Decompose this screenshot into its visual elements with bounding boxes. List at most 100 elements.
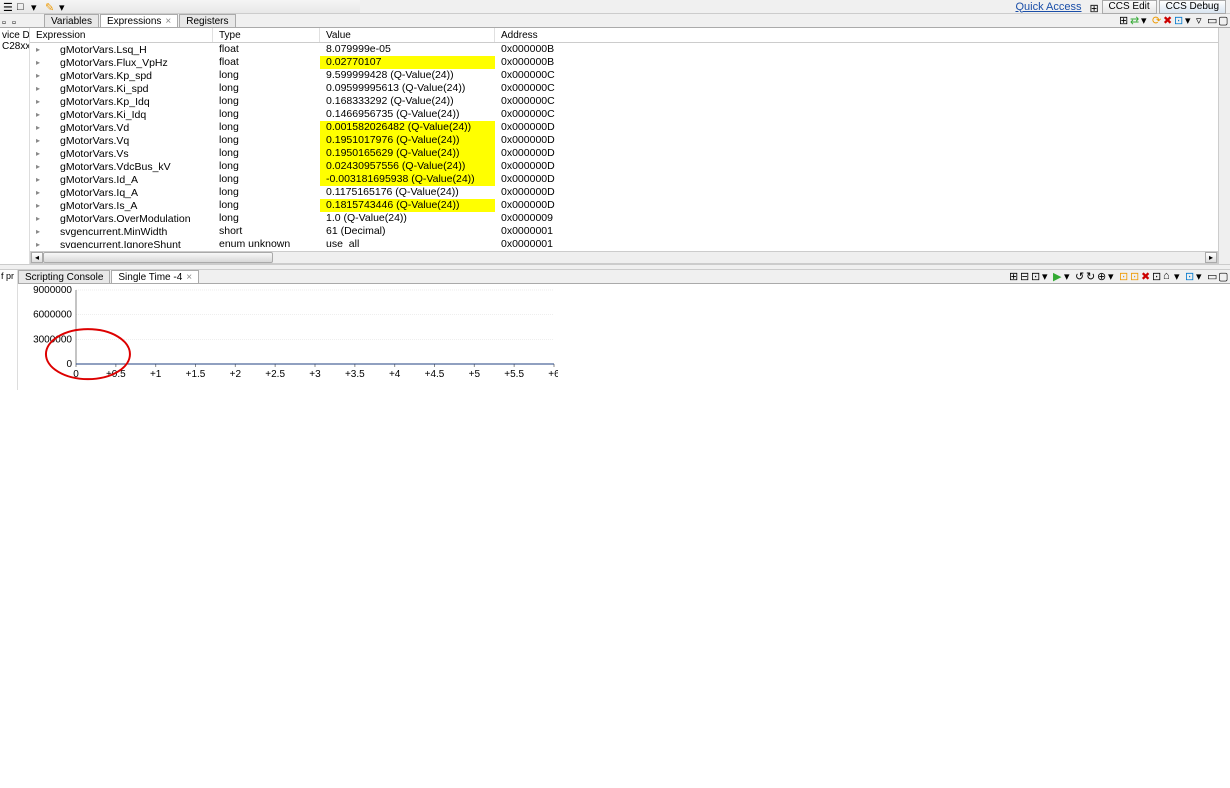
- graph-tool-icon[interactable]: ▾: [1042, 270, 1052, 280]
- toolbar-icon[interactable]: ▾: [1141, 14, 1151, 24]
- col-expression[interactable]: Expression: [30, 28, 213, 42]
- graph-tool-icon[interactable]: ⊡: [1185, 270, 1195, 280]
- perspective-ccs-edit[interactable]: CCS Edit: [1102, 0, 1157, 14]
- vertical-scrollbar[interactable]: [1218, 28, 1230, 264]
- maximize-icon[interactable]: ▢: [1218, 270, 1228, 280]
- table-row[interactable]: ▸gMotorVars.Iq_Along0.1175165176 (Q-Valu…: [30, 186, 1230, 199]
- toolbar-icon[interactable]: ⊡: [1174, 14, 1184, 24]
- table-row[interactable]: ▸gMotorVars.Kp_Idqlong0.168333292 (Q-Val…: [30, 95, 1230, 108]
- scroll-right-icon[interactable]: ▸: [1205, 252, 1217, 263]
- graph-tool-icon[interactable]: ▾: [1196, 270, 1206, 280]
- graph-tool-icon[interactable]: ⊡: [1031, 270, 1041, 280]
- col-value[interactable]: Value: [320, 28, 495, 42]
- svg-text:+4.5: +4.5: [425, 369, 445, 380]
- scroll-left-icon[interactable]: ◂: [31, 252, 43, 263]
- svg-text:+3.5: +3.5: [345, 369, 365, 380]
- svg-text:+5: +5: [469, 369, 481, 380]
- col-address[interactable]: Address: [495, 28, 1230, 42]
- tab-expressions[interactable]: Expressions ×: [100, 14, 178, 27]
- variable-icon: [48, 111, 58, 119]
- table-row[interactable]: ▸gMotorVars.Id_Along-0.003181695938 (Q-V…: [30, 173, 1230, 186]
- table-row[interactable]: ▸gMotorVars.Lsq_Hfloat8.079999e-050x0000…: [30, 43, 1230, 56]
- open-perspective-icon[interactable]: ⊞: [1090, 2, 1100, 12]
- toolbar-button[interactable]: □: [17, 1, 29, 13]
- graph-tool-icon[interactable]: ▾: [1108, 270, 1118, 280]
- table-row[interactable]: ▸gMotorVars.VdcBus_kVlong0.02430957556 (…: [30, 160, 1230, 173]
- table-row[interactable]: ▸gMotorVars.Kp_spdlong9.599999428 (Q-Val…: [30, 69, 1230, 82]
- variable-icon: [48, 124, 58, 132]
- svg-text:+1.5: +1.5: [186, 369, 206, 380]
- graph-tool-icon[interactable]: ▾: [1064, 270, 1074, 280]
- minimize-icon[interactable]: ▭: [1207, 270, 1217, 280]
- variable-icon: [48, 176, 58, 184]
- views-tab-row: ▫ ▫ Variables Expressions × Registers ⊞ …: [0, 14, 1230, 28]
- view-menu-icon[interactable]: ▿: [1196, 14, 1206, 24]
- scroll-thumb[interactable]: [43, 252, 273, 263]
- svg-text:+6: +6: [548, 369, 558, 380]
- tab-scripting-console[interactable]: Scripting Console: [18, 270, 110, 283]
- tab-single-time[interactable]: Single Time -4 ×: [111, 270, 199, 283]
- variable-icon: [48, 85, 58, 93]
- toolbar-button[interactable]: ☰: [3, 1, 15, 13]
- close-icon[interactable]: ×: [186, 272, 192, 283]
- perspective-ccs-debug[interactable]: CCS Debug: [1159, 0, 1226, 14]
- graph-tool-icon[interactable]: ⊕: [1097, 270, 1107, 280]
- graph-tool-icon[interactable]: ▾: [1174, 270, 1184, 280]
- tab-variables[interactable]: Variables: [44, 14, 99, 27]
- toolbar-button[interactable]: ✎: [45, 1, 57, 13]
- quick-access-link[interactable]: Quick Access: [1015, 1, 1081, 13]
- toolbar-icon[interactable]: ⇄: [1130, 14, 1140, 24]
- variable-icon: [48, 150, 58, 158]
- graph-tool-icon[interactable]: ⊡: [1152, 270, 1162, 280]
- graph-tool-icon[interactable]: ↻: [1086, 270, 1096, 280]
- home-icon[interactable]: ⌂: [1163, 270, 1173, 280]
- maximize-icon[interactable]: ▢: [1218, 14, 1228, 24]
- svg-text:+3: +3: [309, 369, 321, 380]
- minimize-icon[interactable]: ▭: [1207, 14, 1217, 24]
- expressions-header: Expression Type Value Address: [30, 28, 1230, 43]
- svg-text:+2.5: +2.5: [265, 369, 285, 380]
- table-row[interactable]: ▸gMotorVars.Is_Along0.1815743446 (Q-Valu…: [30, 199, 1230, 212]
- variable-icon: [48, 215, 58, 223]
- toolbar-button[interactable]: ▾: [31, 1, 43, 13]
- svg-text:+5.5: +5.5: [504, 369, 524, 380]
- horizontal-scrollbar[interactable]: ◂ ▸: [30, 251, 1218, 264]
- toolbar-icon[interactable]: ▾: [1185, 14, 1195, 24]
- table-row[interactable]: ▸gMotorVars.OverModulationlong1.0 (Q-Val…: [30, 212, 1230, 225]
- graph-tool-icon[interactable]: ⊞: [1009, 270, 1019, 280]
- table-row[interactable]: ▸gMotorVars.Vslong0.1950165629 (Q-Value(…: [30, 147, 1230, 160]
- toolbar-icon[interactable]: ⊞: [1119, 14, 1129, 24]
- col-type[interactable]: Type: [213, 28, 320, 42]
- table-row[interactable]: ▸svgencurrent.MinWidthshort61 (Decimal)0…: [30, 225, 1230, 238]
- tab-registers[interactable]: Registers: [179, 14, 235, 27]
- table-row[interactable]: ▸gMotorVars.Vqlong0.1951017976 (Q-Value(…: [30, 134, 1230, 147]
- table-row[interactable]: ▸svgencurrent.IgnoreShuntenum unknownuse…: [30, 238, 1230, 248]
- collapse-all-icon[interactable]: ✖: [1163, 14, 1173, 24]
- variable-icon: [48, 137, 58, 145]
- table-row[interactable]: ▸gMotorVars.Flux_VpHzfloat0.027701070x00…: [30, 56, 1230, 69]
- toolbar-icon[interactable]: ⟳: [1152, 14, 1162, 24]
- variable-icon: [48, 46, 58, 54]
- graph-tabs: Scripting Console Single Time -4 × ⊞ ⊟ ⊡…: [18, 270, 1230, 284]
- perspective-bar: Quick Access ⊞ CCS Edit CCS Debug: [360, 0, 1230, 14]
- table-row[interactable]: ▸gMotorVars.Ki_spdlong0.09599995613 (Q-V…: [30, 82, 1230, 95]
- graph-tool-icon[interactable]: ⊡: [1130, 270, 1140, 280]
- table-row[interactable]: ▸gMotorVars.Ki_Idqlong0.1466956735 (Q-Va…: [30, 108, 1230, 121]
- chart-area[interactable]: 03000000600000090000000+0.5+1+1.5+2+2.5+…: [18, 284, 1230, 390]
- expressions-body: ▸gMotorVars.Lsq_Hfloat8.079999e-050x0000…: [30, 43, 1230, 248]
- scroll-track[interactable]: [43, 252, 1205, 263]
- variable-icon: [48, 98, 58, 106]
- maximize-icon[interactable]: ▫: [12, 17, 22, 27]
- left-panel-stub: vice De C28xx (: [0, 28, 30, 264]
- graph-tool-icon[interactable]: ✖: [1141, 270, 1151, 280]
- table-row[interactable]: ▸gMotorVars.Vdlong0.001582026482 (Q-Valu…: [30, 121, 1230, 134]
- graph-tool-icon[interactable]: ⊟: [1020, 270, 1030, 280]
- graph-tool-icon[interactable]: ↺: [1075, 270, 1085, 280]
- close-icon[interactable]: ×: [165, 16, 171, 27]
- graph-tool-icon[interactable]: ⊡: [1119, 270, 1129, 280]
- toolbar-button[interactable]: ▾: [59, 1, 71, 13]
- minimize-icon[interactable]: ▫: [2, 17, 12, 27]
- variable-icon: [48, 163, 58, 171]
- svg-text:+2: +2: [230, 369, 242, 380]
- graph-tool-icon[interactable]: ▶: [1053, 270, 1063, 280]
